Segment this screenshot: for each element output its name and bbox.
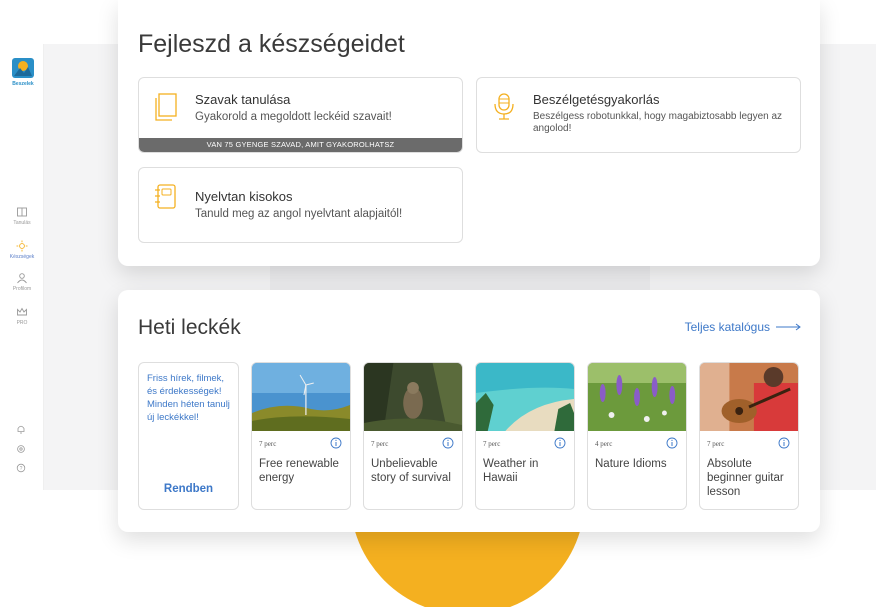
app-logo[interactable] xyxy=(12,58,34,78)
sidebar: Beszelek Tanulás Készségek Profilom PRO … xyxy=(0,44,44,490)
sidebar-item-label: Készségek xyxy=(9,254,35,260)
skill-card-conversation[interactable]: Beszélgetésgyakorlás Beszélgess robotunk… xyxy=(476,77,801,153)
user-icon xyxy=(17,273,27,284)
sun-icon xyxy=(16,240,28,252)
grammar-book-icon xyxy=(155,184,176,209)
skill-desc: Beszélgess robotunkkal, hogy magabiztosa… xyxy=(533,111,783,134)
lesson-card[interactable]: 7 perc Unbelievable story of survival xyxy=(363,362,463,510)
info-icon[interactable] xyxy=(778,437,790,449)
sidebar-item-label: Tanulás xyxy=(13,220,31,226)
weak-words-bar: VAN 75 GYENGE SZAVAD, AMIT GYAKOROLHATSZ xyxy=(139,138,462,152)
sidebar-item-tanulas[interactable]: Tanulás xyxy=(0,206,44,226)
lesson-title: Nature Idioms xyxy=(595,458,667,470)
lesson-duration: 7 perc xyxy=(707,440,725,448)
lesson-card[interactable]: 7 perc Free renewable energy xyxy=(251,362,351,510)
lesson-title: Weather in Hawaii xyxy=(483,458,539,484)
sidebar-item-profilom[interactable]: Profilom xyxy=(0,272,44,292)
sidebar-item-label: Profilom xyxy=(12,286,32,292)
info-icon[interactable] xyxy=(442,437,454,449)
gear-icon[interactable] xyxy=(16,444,26,454)
catalog-link-label: Teljes katalógus xyxy=(684,320,770,334)
svg-text:?: ? xyxy=(20,466,23,472)
arrow-right-icon xyxy=(776,323,801,331)
background-panel xyxy=(270,262,650,292)
lesson-thumbnail xyxy=(700,363,798,431)
skill-desc: Gyakorold a megoldott leckéid szavait! xyxy=(195,111,392,123)
skill-title: Beszélgetésgyakorlás xyxy=(533,92,660,107)
lesson-duration: 7 perc xyxy=(371,440,389,448)
lesson-thumbnail xyxy=(476,363,574,431)
skills-title: Fejleszd a készségeidet xyxy=(138,30,405,58)
lesson-thumbnail xyxy=(588,363,686,431)
full-catalog-link[interactable]: Teljes katalógus xyxy=(685,320,802,334)
lesson-thumbnail xyxy=(252,363,350,431)
lesson-card[interactable]: 7 perc Absolute beginner guitar lesson xyxy=(699,362,799,510)
lesson-duration: 7 perc xyxy=(483,440,501,448)
info-icon[interactable] xyxy=(666,437,678,449)
bell-icon[interactable] xyxy=(16,424,26,434)
info-icon[interactable] xyxy=(554,437,566,449)
intro-text: Friss hírek, filmek, és érdekességek! Mi… xyxy=(147,373,230,423)
lesson-duration: 4 perc xyxy=(595,440,613,448)
microphone-icon xyxy=(494,93,514,120)
skill-card-words[interactable]: Szavak tanulása Gyakorold a megoldott le… xyxy=(138,77,463,153)
skill-title: Nyelvtan kisokos xyxy=(195,189,293,204)
weekly-intro-card: Friss hírek, filmek, és érdekességek! Mi… xyxy=(138,362,239,510)
crown-icon xyxy=(17,307,27,316)
lesson-title: Unbelievable story of survival xyxy=(371,458,451,484)
info-icon[interactable] xyxy=(330,437,342,449)
stage: Beszelek Tanulás Készségek Profilom PRO … xyxy=(0,0,876,607)
sidebar-item-label: PRO xyxy=(16,320,28,326)
sidebar-item-keszsegek[interactable]: Készségek xyxy=(0,240,44,260)
weekly-title: Heti leckék xyxy=(138,316,241,339)
ok-button[interactable]: Rendben xyxy=(139,483,238,495)
lesson-card[interactable]: 7 perc Weather in Hawaii xyxy=(475,362,575,510)
skill-card-grammar[interactable]: Nyelvtan kisokos Tanuld meg az angol nye… xyxy=(138,167,463,243)
app-logo-text: Beszelek xyxy=(12,81,34,87)
weekly-lessons-card: Heti leckék Teljes katalógus Friss hírek… xyxy=(118,290,820,532)
skill-desc: Tanuld meg az angol nyelvtant alapjaitól… xyxy=(195,208,403,220)
skills-card: Fejleszd a készségeidet Szavak tanulása … xyxy=(118,0,820,266)
lesson-title: Free renewable energy xyxy=(259,458,339,484)
sidebar-item-pro[interactable]: PRO xyxy=(0,306,44,326)
help-icon[interactable]: ? xyxy=(16,463,26,473)
lesson-card[interactable]: 4 perc Nature Idioms xyxy=(587,362,687,510)
lesson-title: Absolute beginner guitar lesson xyxy=(707,458,784,498)
lesson-thumbnail xyxy=(364,363,462,431)
lesson-duration: 7 perc xyxy=(259,440,277,448)
skill-title: Szavak tanulása xyxy=(195,92,291,107)
book-icon xyxy=(17,207,27,217)
notebook-icon xyxy=(155,93,177,121)
